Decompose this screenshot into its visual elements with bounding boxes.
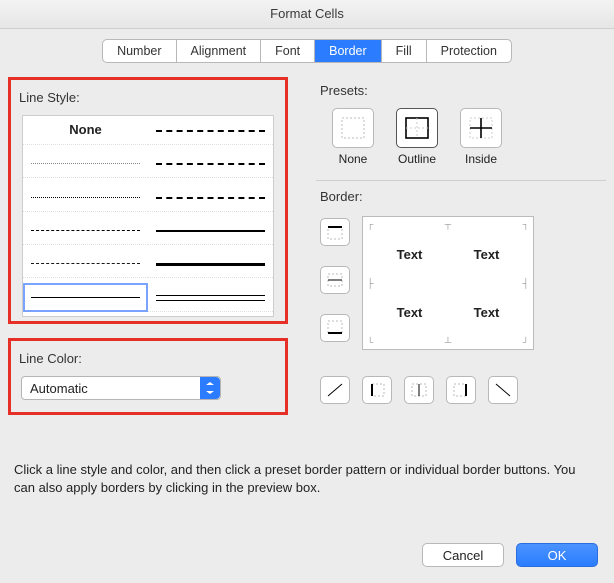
line-style-solid-3[interactable]	[148, 249, 273, 278]
line-color-select[interactable]: Automatic	[21, 376, 221, 400]
tab-font[interactable]: Font	[261, 40, 315, 62]
border-left-button[interactable]	[362, 376, 392, 404]
line-color-highlight: Line Color: Automatic	[8, 338, 288, 415]
border-label: Border:	[320, 189, 606, 204]
cancel-button[interactable]: Cancel	[422, 543, 504, 567]
preset-none[interactable]	[332, 108, 374, 148]
line-style-double[interactable]	[148, 283, 273, 312]
border-bottom-button[interactable]	[320, 314, 350, 342]
line-style-none[interactable]: None	[23, 116, 148, 145]
border-top-button[interactable]	[320, 218, 350, 246]
line-style-solid-1[interactable]	[23, 283, 148, 312]
outline-border-icon	[404, 116, 430, 140]
line-color-value: Automatic	[30, 381, 88, 396]
line-style-label: Line Style:	[19, 90, 281, 105]
line-style-solid-2[interactable]	[148, 216, 273, 245]
line-color-label: Line Color:	[19, 351, 281, 366]
preset-inside[interactable]	[460, 108, 502, 148]
tab-fill[interactable]: Fill	[382, 40, 427, 62]
ok-button[interactable]: OK	[516, 543, 598, 567]
border-preview[interactable]: Text Text Text Text ┌ ┐ └ ┘ ┬ ┴ ├ ┤	[362, 216, 534, 350]
line-style-dash-a[interactable]	[23, 216, 148, 245]
preset-outline[interactable]	[396, 108, 438, 148]
preview-cell: Text	[397, 305, 423, 320]
border-vertical-button[interactable]	[404, 376, 434, 404]
tab-alignment[interactable]: Alignment	[177, 40, 262, 62]
preview-cell: Text	[397, 247, 423, 262]
tab-bar: Number Alignment Font Border Fill Protec…	[0, 29, 614, 63]
line-style-dash-thin[interactable]	[148, 116, 273, 145]
line-style-dotted-grey[interactable]	[23, 149, 148, 178]
tab-border[interactable]: Border	[315, 40, 382, 62]
preview-cell: Text	[474, 305, 500, 320]
line-style-dash-2[interactable]	[148, 183, 273, 212]
preview-cell: Text	[474, 247, 500, 262]
preset-none-label: None	[332, 152, 374, 166]
chevron-down-icon	[200, 377, 220, 399]
hint-text: Click a line style and color, and then c…	[14, 461, 600, 496]
preset-outline-label: Outline	[396, 152, 438, 166]
inside-border-icon	[468, 116, 494, 140]
line-style-highlight: Line Style: None	[8, 77, 288, 324]
presets-label: Presets:	[320, 83, 606, 98]
border-horizontal-button[interactable]	[320, 266, 350, 294]
line-style-dash-b[interactable]	[23, 249, 148, 278]
border-diag-up-button[interactable]	[320, 376, 350, 404]
line-style-grid[interactable]: None	[22, 115, 274, 317]
tab-number[interactable]: Number	[103, 40, 176, 62]
window-title: Format Cells	[0, 0, 614, 29]
border-diag-down-button[interactable]	[488, 376, 518, 404]
none-border-icon	[340, 116, 366, 140]
line-style-dashdot-2[interactable]	[148, 149, 273, 178]
line-style-dotted[interactable]	[23, 183, 148, 212]
border-right-button[interactable]	[446, 376, 476, 404]
preset-inside-label: Inside	[460, 152, 502, 166]
tab-protection[interactable]: Protection	[427, 40, 511, 62]
